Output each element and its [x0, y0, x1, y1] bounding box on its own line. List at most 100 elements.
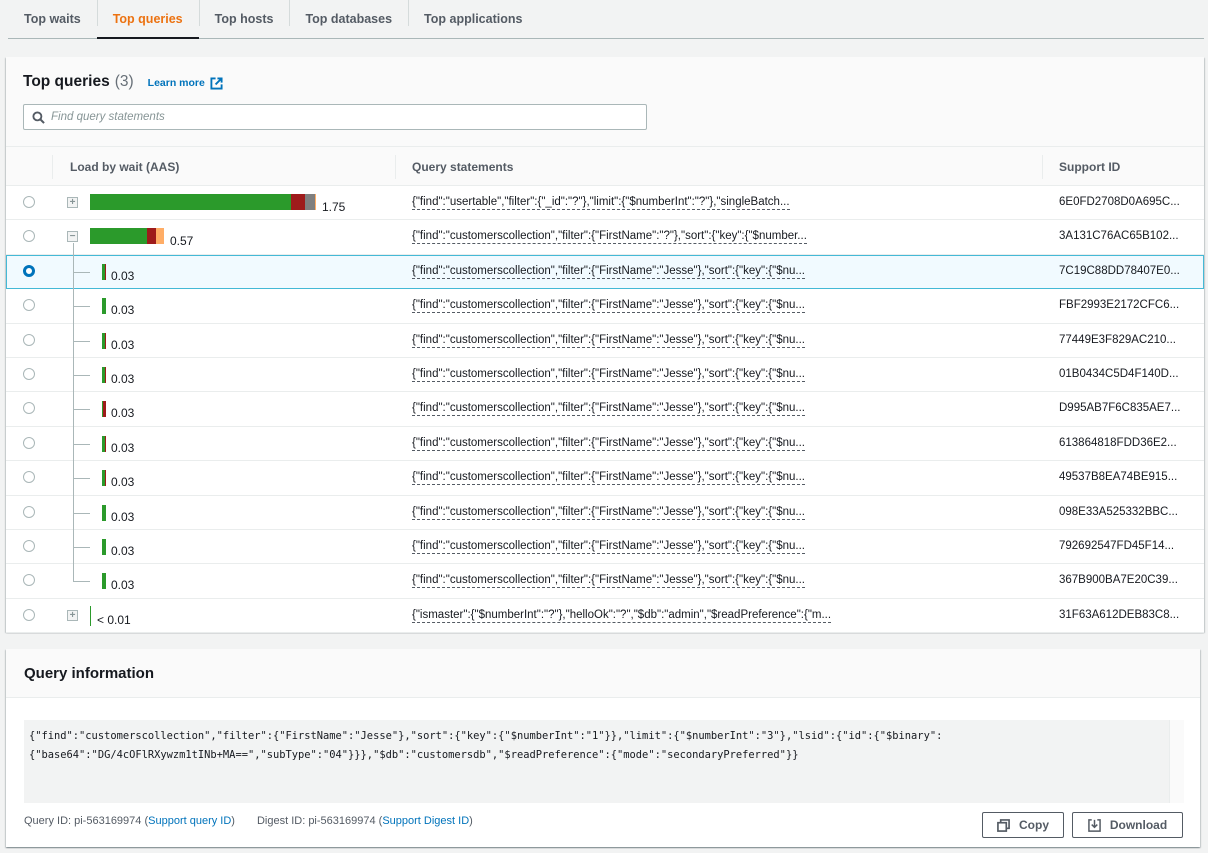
table-body: +1.75 {"find":"usertable","filter":{"_id"… [6, 186, 1204, 634]
table-row[interactable]: 0.03 {"find":"customerscollection","filte… [6, 391, 1204, 427]
load-value: 0.03 [111, 509, 135, 524]
table-row[interactable]: 0.03 {"find":"customerscollection","filte… [6, 563, 1204, 599]
load-bar [102, 573, 106, 590]
tab-top-applications[interactable]: Top applications [408, 0, 538, 38]
load-bar [102, 538, 106, 555]
learn-more-label: Learn more [147, 77, 205, 89]
copy-label: Copy [1019, 818, 1049, 832]
expand-icon[interactable]: + [67, 197, 78, 208]
column-header-load[interactable]: Load by wait (AAS) [70, 147, 179, 187]
table-row[interactable]: 0.03 {"find":"customerscollection","filte… [6, 494, 1204, 530]
support-id: 01B0434C5D4F140D... [1059, 367, 1179, 380]
tab-top-hosts[interactable]: Top hosts [198, 0, 290, 38]
query-statement-link[interactable]: {"ismaster":{"$numberInt":"?"},"helloOk"… [412, 608, 832, 623]
row-radio-button[interactable] [23, 230, 35, 243]
load-segment-io [105, 263, 106, 280]
load-value: 0.03 [111, 475, 135, 490]
load-segment-io [147, 228, 156, 245]
row-radio-button[interactable] [23, 367, 35, 380]
row-radio-button[interactable] [23, 264, 35, 277]
learn-more-link[interactable]: Learn more [147, 76, 223, 90]
support-id: 792692547FD45F14... [1059, 539, 1175, 552]
support-id: 6E0FD2708D0A695C... [1059, 196, 1180, 208]
query-statement-link[interactable]: {"find":"customerscollection","filter":{… [412, 264, 805, 279]
load-bar [90, 605, 91, 626]
support-id: 31F63A612DEB83C8... [1059, 608, 1180, 621]
column-header-support-id[interactable]: Support ID [1059, 147, 1120, 187]
support-id: 613864818FDD36E2... [1059, 436, 1177, 449]
support-query-id-link[interactable]: Support query ID [148, 815, 231, 827]
row-radio-button[interactable] [23, 333, 35, 346]
table-row[interactable]: 0.03 {"find":"customerscollection","filte… [6, 322, 1204, 358]
load-segment-cpu [90, 194, 291, 210]
scrollbar[interactable] [1169, 720, 1184, 803]
support-id: 77449E3F829AC210... [1059, 333, 1177, 346]
row-radio-button[interactable] [23, 299, 35, 312]
query-statement-link[interactable]: {"find":"customerscollection","filter":{… [412, 573, 805, 589]
external-link-icon [210, 76, 223, 90]
row-radio-button[interactable] [23, 471, 35, 484]
load-segment-io [103, 401, 106, 418]
load-bar [102, 401, 106, 418]
load-value: 0.03 [111, 337, 135, 352]
load-bar [102, 435, 106, 452]
load-segment-io [105, 332, 106, 349]
load-segment-lock [315, 194, 316, 210]
load-segment-io [105, 470, 106, 487]
table-row[interactable]: 0.03 {"find":"customerscollection","filte… [6, 425, 1204, 462]
panel-header: Top queries (3) Learn more [23, 73, 223, 91]
support-id: 49537B8EA74BE915... [1059, 471, 1178, 484]
tree-branch [73, 443, 90, 445]
tab-top-waits[interactable]: Top waits [8, 0, 97, 38]
tree-branch [73, 340, 90, 342]
query-statement-link[interactable]: {"find":"customerscollection","filter":{… [412, 333, 805, 348]
row-radio-button[interactable] [23, 505, 35, 518]
tab-top-queries[interactable]: Top queries [96, 0, 199, 39]
support-id: FBF2993E2172CFC6... [1059, 299, 1180, 312]
load-segment-io [105, 366, 106, 383]
query-information-title: Query information [6, 649, 1200, 698]
query-statement-link[interactable]: {"find":"usertable","filter":{"_id":"?"}… [412, 195, 790, 210]
support-id: 098E33A525332BBC... [1059, 505, 1178, 518]
tab-top-databases[interactable]: Top databases [289, 0, 408, 38]
load-value: < 0.01 [97, 612, 131, 627]
search-input[interactable] [51, 111, 646, 123]
table-row[interactable]: 0.03 {"find":"customerscollection","filte… [6, 460, 1204, 496]
query-statement-link[interactable]: {"find":"customerscollection","filter":{… [412, 229, 807, 245]
row-radio-button[interactable] [23, 539, 35, 552]
table-row[interactable]: + < 0.01 {"ismaster":{"$numberInt":"?"},"h… [6, 598, 1204, 634]
query-statement-link[interactable]: {"find":"customerscollection","filter":{… [412, 470, 805, 486]
query-statement-link[interactable]: {"find":"customerscollection","filter":{… [412, 505, 805, 520]
load-segment-cpu [102, 573, 106, 590]
tree-branch [73, 409, 90, 411]
row-radio-button[interactable] [23, 402, 35, 415]
row-radio-button[interactable] [23, 196, 35, 208]
table-row[interactable]: 0.03 {"find":"customerscollection","filte… [6, 356, 1204, 393]
row-radio-button[interactable] [23, 436, 35, 449]
download-button[interactable]: Download [1072, 812, 1183, 838]
support-digest-id-link[interactable]: Support Digest ID [382, 815, 469, 827]
row-radio-button[interactable] [23, 608, 35, 621]
query-statement-link[interactable]: {"find":"customerscollection","filter":{… [412, 367, 805, 382]
row-radio-button[interactable] [23, 574, 35, 587]
query-statement-link[interactable]: {"find":"customerscollection","filter":{… [412, 401, 805, 417]
table-row[interactable]: − 0.57 {"find":"customerscollection","filt… [6, 220, 1204, 255]
support-id: 7C19C88DD78407E0... [1059, 264, 1180, 277]
load-segment-cpu [90, 228, 147, 245]
collapse-icon[interactable]: − [67, 231, 78, 243]
copy-button[interactable]: Copy [982, 812, 1064, 838]
query-statement-link[interactable]: {"find":"customerscollection","filter":{… [412, 298, 805, 314]
table-row[interactable]: 0.03 {"find":"customerscollection","filte… [6, 253, 1204, 290]
support-id: D995AB7F6C835AE7... [1059, 402, 1181, 415]
load-value: 0.03 [111, 303, 135, 318]
table-row[interactable]: +1.75 {"find":"usertable","filter":{"_id"… [6, 186, 1204, 221]
query-statement-link[interactable]: {"find":"customerscollection","filter":{… [412, 539, 805, 554]
table-row[interactable]: 0.03 {"find":"customerscollection","filte… [6, 528, 1204, 565]
query-statement-link[interactable]: {"find":"customerscollection","filter":{… [412, 436, 805, 451]
tree-branch [73, 546, 90, 548]
column-header-query[interactable]: Query statements [412, 147, 513, 187]
table-row[interactable]: 0.03 {"find":"customerscollection","filte… [6, 288, 1204, 324]
load-segment-other [305, 194, 315, 210]
expand-icon[interactable]: + [67, 609, 78, 621]
tree-branch [73, 478, 90, 480]
